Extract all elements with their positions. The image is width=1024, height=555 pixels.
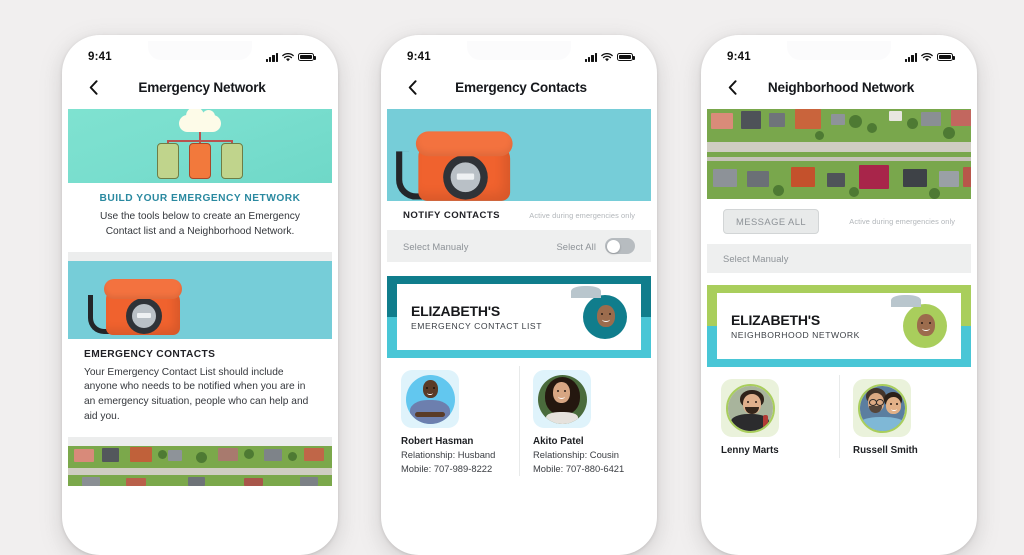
phone-handset xyxy=(104,278,182,299)
page-title: Emergency Contacts xyxy=(455,79,587,95)
lenny-marts-avatar xyxy=(721,379,779,437)
phone-emergency-contacts: 9:41 Emergency Contacts Search guides, s… xyxy=(381,35,657,555)
emergency-contacts-block: EMERGENCY CONTACTS Your Emergency Contac… xyxy=(68,338,332,437)
contact-relationship: Relationship: Cousin xyxy=(533,449,619,460)
cloud-network-illustration xyxy=(68,109,332,183)
select-all-toggle[interactable] xyxy=(605,238,635,254)
neighborhood-network-banner: ELIZABETH'S NEIGHBORHOOD NETWORK xyxy=(707,285,971,367)
rotary-dial xyxy=(126,297,162,334)
section-body: Your Emergency Contact List should inclu… xyxy=(84,366,309,422)
contact-name: Akito Patel xyxy=(533,436,584,447)
page-title: Neighborhood Network xyxy=(767,79,915,95)
contact-card-akito-patel[interactable]: Akito Patel Relationship: Cousin Mobile:… xyxy=(519,358,651,477)
status-icons xyxy=(904,52,955,62)
battery-icon xyxy=(617,52,635,62)
select-manually-label[interactable]: Select Manualy xyxy=(403,241,469,252)
aerial-neighborhood-photo xyxy=(707,109,971,199)
phone-emergency-network: 9:41 Emergency Network Search guides, sh… xyxy=(62,35,338,555)
notify-contacts-label: NOTIFY CONTACTS xyxy=(403,210,500,221)
build-network-block: BUILD YOUR EMERGENCY NETWORK Use the too… xyxy=(68,183,332,252)
phone-screen: 9:41 Emergency Contacts Search guides, s… xyxy=(387,41,651,549)
section-heading: BUILD YOUR EMERGENCY NETWORK xyxy=(99,193,301,204)
contact-relationship: Relationship: Husband xyxy=(401,449,496,460)
neighbor-card-russell-smith[interactable]: Russell Smith xyxy=(839,367,971,458)
akito-patel-avatar xyxy=(533,370,591,428)
wifi-icon xyxy=(282,52,294,61)
section-divider xyxy=(68,436,332,446)
banner-owner-name: ELIZABETH'S xyxy=(411,303,501,319)
contact-name: Robert Hasman xyxy=(401,436,474,447)
spacer xyxy=(707,273,971,285)
select-row: Select Manualy Select All xyxy=(387,230,651,262)
contacts-grid: Robert Hasman Relationship: Husband Mobi… xyxy=(387,358,651,477)
aerial-neighborhood-photo xyxy=(68,445,332,486)
neighbors-grid: Lenny Marts Russell Smith xyxy=(707,367,971,458)
phone-neighborhood-network: 9:41 Neighborhood Network Search guides,… xyxy=(701,35,977,555)
spacer xyxy=(387,262,651,276)
emergency-contact-list-banner: ELIZABETH'S EMERGENCY CONTACT LIST xyxy=(387,276,651,358)
battery-icon xyxy=(937,52,955,62)
nav-bar: Emergency Network xyxy=(68,69,332,105)
banner-subtitle: EMERGENCY CONTACT LIST xyxy=(411,321,542,331)
orange-rotary-phone-photo xyxy=(387,109,651,201)
notify-contacts-note: Active during emergencies only xyxy=(529,211,635,220)
battery-icon xyxy=(298,52,316,62)
phone-node-left xyxy=(157,143,179,179)
banner-owner-name: ELIZABETH'S xyxy=(731,312,821,328)
scroll-content[interactable]: MESSAGE ALL Active during emergencies on… xyxy=(707,109,971,549)
scroll-content[interactable]: NOTIFY CONTACTS Active during emergencie… xyxy=(387,109,651,549)
section-divider xyxy=(68,251,332,261)
screenshot-stage: 9:41 Emergency Network Search guides, sh… xyxy=(0,0,1024,555)
message-all-button[interactable]: MESSAGE ALL xyxy=(723,209,820,234)
status-time: 9:41 xyxy=(407,51,431,63)
status-bar: 9:41 xyxy=(387,41,651,69)
cloud-icon xyxy=(179,109,221,132)
elizabeth-avatar xyxy=(890,294,947,348)
status-time: 9:41 xyxy=(88,51,112,63)
scroll-content[interactable]: BUILD YOUR EMERGENCY NETWORK Use the too… xyxy=(68,109,332,549)
elizabeth-avatar xyxy=(570,285,627,339)
russell-smith-avatar xyxy=(853,379,911,437)
section-heading: EMERGENCY CONTACTS xyxy=(84,348,216,360)
status-icons xyxy=(265,52,316,62)
wifi-icon xyxy=(921,52,933,61)
status-bar: 9:41 xyxy=(707,41,971,69)
message-all-note: Active during emergencies only xyxy=(849,217,955,226)
wifi-icon xyxy=(601,52,613,61)
cellular-bars-icon xyxy=(904,52,917,62)
cellular-bars-icon xyxy=(584,52,597,62)
neighbor-card-lenny-marts[interactable]: Lenny Marts xyxy=(707,367,839,458)
select-manually-label[interactable]: Select Manualy xyxy=(723,253,789,264)
notify-contacts-row: NOTIFY CONTACTS Active during emergencie… xyxy=(387,201,651,230)
section-body: Use the tools below to create an Emergen… xyxy=(100,211,300,237)
orange-rotary-phone-photo xyxy=(68,260,332,339)
banner-subtitle: NEIGHBORHOOD NETWORK xyxy=(731,330,860,340)
message-all-row: MESSAGE ALL Active during emergencies on… xyxy=(707,199,971,244)
page-title: Emergency Network xyxy=(138,79,266,95)
phone-node-center xyxy=(189,143,211,179)
status-bar: 9:41 xyxy=(68,41,332,69)
phone-node-right xyxy=(221,143,243,179)
status-time: 9:41 xyxy=(727,51,751,63)
select-row: Select Manualy xyxy=(707,244,971,273)
phone-screen: 9:41 Neighborhood Network Search guides,… xyxy=(707,41,971,549)
contact-mobile: Mobile: 707-880-6421 xyxy=(533,462,625,474)
cellular-bars-icon xyxy=(265,52,278,62)
robert-hasman-avatar xyxy=(401,370,459,428)
contact-mobile: Mobile: 707-989-8222 xyxy=(401,462,493,474)
neighbor-name: Lenny Marts xyxy=(721,445,779,456)
nav-bar: Neighborhood Network xyxy=(707,69,971,105)
rotary-dial xyxy=(443,154,488,200)
phone-handset xyxy=(415,131,513,157)
select-all-label: Select All xyxy=(556,240,596,252)
contact-card-robert-hasman[interactable]: Robert Hasman Relationship: Husband Mobi… xyxy=(387,358,519,476)
status-icons xyxy=(584,52,635,62)
neighbor-name: Russell Smith xyxy=(853,445,918,456)
phone-screen: 9:41 Emergency Network Search guides, sh… xyxy=(68,41,332,549)
nav-bar: Emergency Contacts xyxy=(387,69,651,105)
